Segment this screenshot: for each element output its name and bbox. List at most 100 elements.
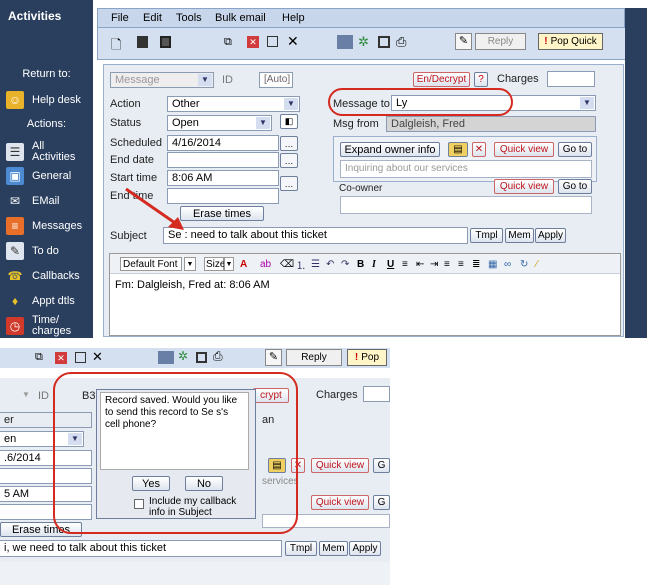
subject-field[interactable]: i, we need to talk about this ticket [0,540,282,557]
new-icon[interactable]: 🗋 [111,36,121,58]
sidebar-item-messages[interactable]: ≡ Messages [6,215,92,237]
checkbox-icon[interactable] [267,36,278,47]
sidebar-item-callbacks[interactable]: ☎ Callbacks [6,265,92,287]
sidebar-item-help-desk[interactable]: ☺ Help desk [6,89,92,111]
refresh-icon[interactable]: ↻ [520,257,528,271]
bold-icon[interactable]: B [357,257,364,271]
window-icon[interactable] [378,36,390,48]
highlight-icon[interactable]: ab [260,257,271,271]
bullet-list-icon[interactable]: ☰ [311,257,320,271]
pop-quick-button[interactable]: ! Pop Quick [538,33,603,50]
window-icon[interactable] [196,352,207,363]
outdent-icon[interactable]: ⇤ [416,257,424,271]
grid-icon[interactable] [158,351,174,364]
print-icon[interactable]: ⎙ [396,34,406,50]
remove-owner-icon[interactable]: ✕ [472,142,486,157]
sidebar-item-appt-dtls[interactable]: ♦ Appt dtls [6,290,92,312]
apply-button[interactable]: Apply [349,541,381,556]
align-left-icon[interactable]: ≡ [402,257,408,271]
end-date-picker-button[interactable]: … [280,153,298,168]
image-icon[interactable]: ▦ [488,257,497,271]
menu-file[interactable]: File [111,12,129,24]
reply-button[interactable]: Reply [475,33,526,50]
edit-icon[interactable]: ✎ [455,33,472,50]
reply-button[interactable]: Reply [286,349,342,366]
apply-button[interactable]: Apply [535,228,566,243]
align-center-icon[interactable]: ≡ [444,257,450,271]
mem-button[interactable]: Mem [505,228,534,243]
owner-card-icon[interactable]: ▤ [448,142,468,157]
copy-icon[interactable]: ⧉ [224,36,232,49]
sidebar-item-time-charges[interactable]: ◷ Time/ charges [6,312,92,340]
align-right-icon[interactable]: ≡ [458,257,464,271]
copy-icon[interactable]: ⧉ [35,351,43,364]
sidebar-item-email[interactable]: ✉ EMail [6,190,92,212]
checkbox-icon[interactable] [75,352,86,363]
close-icon[interactable]: ✕ [92,349,103,365]
menu-edit[interactable]: Edit [143,12,162,24]
mem-button[interactable]: Mem [319,541,348,556]
delete-icon[interactable]: ✕ [247,36,259,48]
size-select[interactable]: Size [204,257,225,271]
go-to-button[interactable]: G [373,458,390,473]
time-picker-button[interactable]: … [280,176,298,191]
sidebar-item-to-do[interactable]: ✎ To do [6,240,92,262]
type-select[interactable]: Message ▼ [110,72,214,88]
co-owner-go-to-button[interactable]: G [373,495,390,510]
action-select[interactable]: Other ▼ [167,96,300,112]
co-owner-quick-view-button[interactable]: Quick view [494,179,554,194]
save-copy-icon[interactable] [160,36,171,48]
link-icon[interactable]: ∞ [504,257,511,271]
end-date-field[interactable] [167,152,279,168]
chevron-down-icon[interactable]: ▼ [224,257,234,271]
subject-field[interactable]: Se : need to talk about this ticket [163,227,468,244]
eraser-icon[interactable]: ⌫ [280,257,294,271]
pop-quick-button[interactable]: ! Pop [347,349,387,366]
sidebar-item-general[interactable]: ▣ General [6,165,92,187]
status-select[interactable]: Open ▼ [167,115,272,131]
save-icon[interactable] [137,36,148,48]
delete-icon[interactable]: ✕ [55,352,67,364]
en-decrypt-button[interactable]: En/Decrypt [413,72,470,87]
menu-help[interactable]: Help [282,12,305,24]
quick-view-button[interactable]: Quick view [494,142,554,157]
sidebar-item-all-activities[interactable]: ☰ All Activities [6,137,92,167]
italic-icon[interactable]: I [372,257,376,271]
tree-icon[interactable]: ✲ [178,349,188,363]
font-color-icon[interactable]: A [240,257,247,271]
tree-icon[interactable]: ✲ [358,34,369,50]
font-select[interactable]: Default Font [120,257,182,271]
help-button[interactable]: ? [474,72,488,87]
charges-field[interactable] [547,71,595,87]
numbered-list-icon[interactable]: ⒈ [296,257,306,272]
go-to-button[interactable]: Go to [558,142,592,157]
co-owner-field[interactable] [340,196,592,214]
grid-icon[interactable] [337,35,353,49]
edit-icon[interactable]: ✎ [265,349,282,366]
owner-note-field[interactable]: Inquiring about our services [340,160,592,178]
redo-icon[interactable]: ↷ [341,257,349,271]
scheduled-picker-button[interactable]: … [280,136,298,151]
editor-body[interactable]: Fm: Dalgleish, Fred at: 8:06 AM [115,279,270,291]
menu-tools[interactable]: Tools [176,12,202,24]
start-time-field[interactable]: 8:06 AM [167,170,279,186]
close-icon[interactable]: ✕ [287,33,299,50]
indent-icon[interactable]: ⇥ [430,257,438,271]
charges-field[interactable] [363,386,390,402]
undo-icon[interactable]: ↶ [326,257,334,271]
expand-owner-button[interactable]: Expand owner info [340,142,440,157]
co-owner-quick-view-button[interactable]: Quick view [311,495,369,510]
erase-times-button[interactable]: Erase times [180,206,264,221]
template-button[interactable]: Tmpl [470,228,503,243]
quick-view-button[interactable]: Quick view [311,458,369,473]
underline-icon[interactable]: U [387,257,394,271]
status-history-icon[interactable]: ◧ [280,114,298,129]
print-icon[interactable]: ⎙ [213,349,223,364]
scheduled-field[interactable]: 4/16/2014 [167,135,279,151]
co-owner-go-to-button[interactable]: Go to [558,179,592,194]
chevron-down-icon[interactable]: ▼ [184,257,196,271]
brush-icon[interactable]: ⁄ [536,257,538,271]
menu-bulk-email[interactable]: Bulk email [215,12,266,24]
template-button[interactable]: Tmpl [285,541,317,556]
justify-icon[interactable]: ≣ [472,257,480,271]
